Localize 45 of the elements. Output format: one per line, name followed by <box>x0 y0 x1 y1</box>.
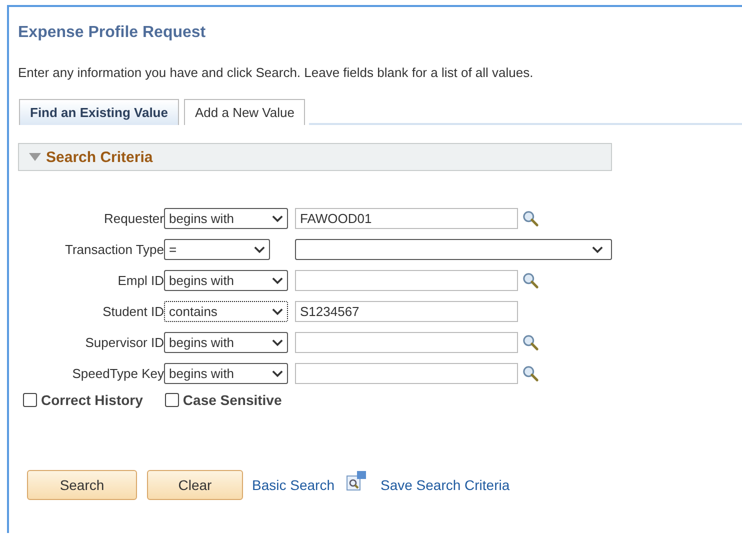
value-dropdown[interactable] <box>295 239 612 260</box>
link[interactable]: Basic Search <box>252 477 334 493</box>
field-label: Requester <box>103 211 164 226</box>
instructions-text: Enter any information you have and click Search. Leave fields blank for a list of all values. <box>18 65 534 80</box>
tab[interactable]: Add a New Value <box>184 99 306 125</box>
input-field[interactable] <box>295 270 518 291</box>
checkbox-label: Correct History <box>41 392 143 408</box>
checkbox-label: Case Sensitive <box>182 392 282 408</box>
operator-dropdown[interactable]: begins with <box>164 363 288 384</box>
search-icon[interactable] <box>522 365 539 382</box>
search-icon[interactable] <box>522 210 539 227</box>
caret-icon <box>272 338 283 346</box>
checkbox[interactable] <box>164 393 179 407</box>
caret-icon <box>272 276 283 284</box>
input-field[interactable] <box>295 332 518 353</box>
section-title: Search Criteria <box>46 148 153 166</box>
link[interactable]: Save Search Criteria <box>380 477 510 493</box>
caret-icon <box>592 246 603 254</box>
button[interactable]: Clear <box>147 470 243 500</box>
field-label: SpeedType Key <box>71 366 164 381</box>
caret-icon <box>272 370 283 378</box>
field-label: Empl ID <box>116 273 164 288</box>
caret-icon <box>272 308 283 316</box>
page-title: Expense Profile Request <box>18 24 207 42</box>
triangle-icon[interactable] <box>29 153 41 161</box>
operator-dropdown[interactable]: begins with <box>164 270 288 291</box>
search-icon[interactable] <box>522 334 539 351</box>
search-icon[interactable] <box>522 272 539 289</box>
operator-dropdown[interactable]: contains <box>164 301 288 322</box>
field-label: Transaction Type <box>64 242 164 257</box>
input-field[interactable] <box>295 363 518 384</box>
caret-icon <box>272 214 283 222</box>
operator-dropdown[interactable]: begins with <box>164 208 288 229</box>
operator-dropdown[interactable]: = <box>164 239 270 260</box>
section-header[interactable]: Search Criteria <box>18 143 612 171</box>
tab[interactable]: Find an Existing Value <box>19 99 179 125</box>
field-label: Student ID <box>102 304 164 319</box>
operator-dropdown[interactable]: begins with <box>164 332 288 353</box>
document-search-icon[interactable] <box>346 471 366 491</box>
field-label: Supervisor ID <box>84 335 164 350</box>
checkbox[interactable] <box>23 393 37 407</box>
input-field[interactable]: S1234567 <box>295 301 518 322</box>
caret-icon <box>254 246 265 254</box>
input-field[interactable]: FAWOOD01 <box>295 208 518 229</box>
button[interactable]: Search <box>27 470 137 500</box>
